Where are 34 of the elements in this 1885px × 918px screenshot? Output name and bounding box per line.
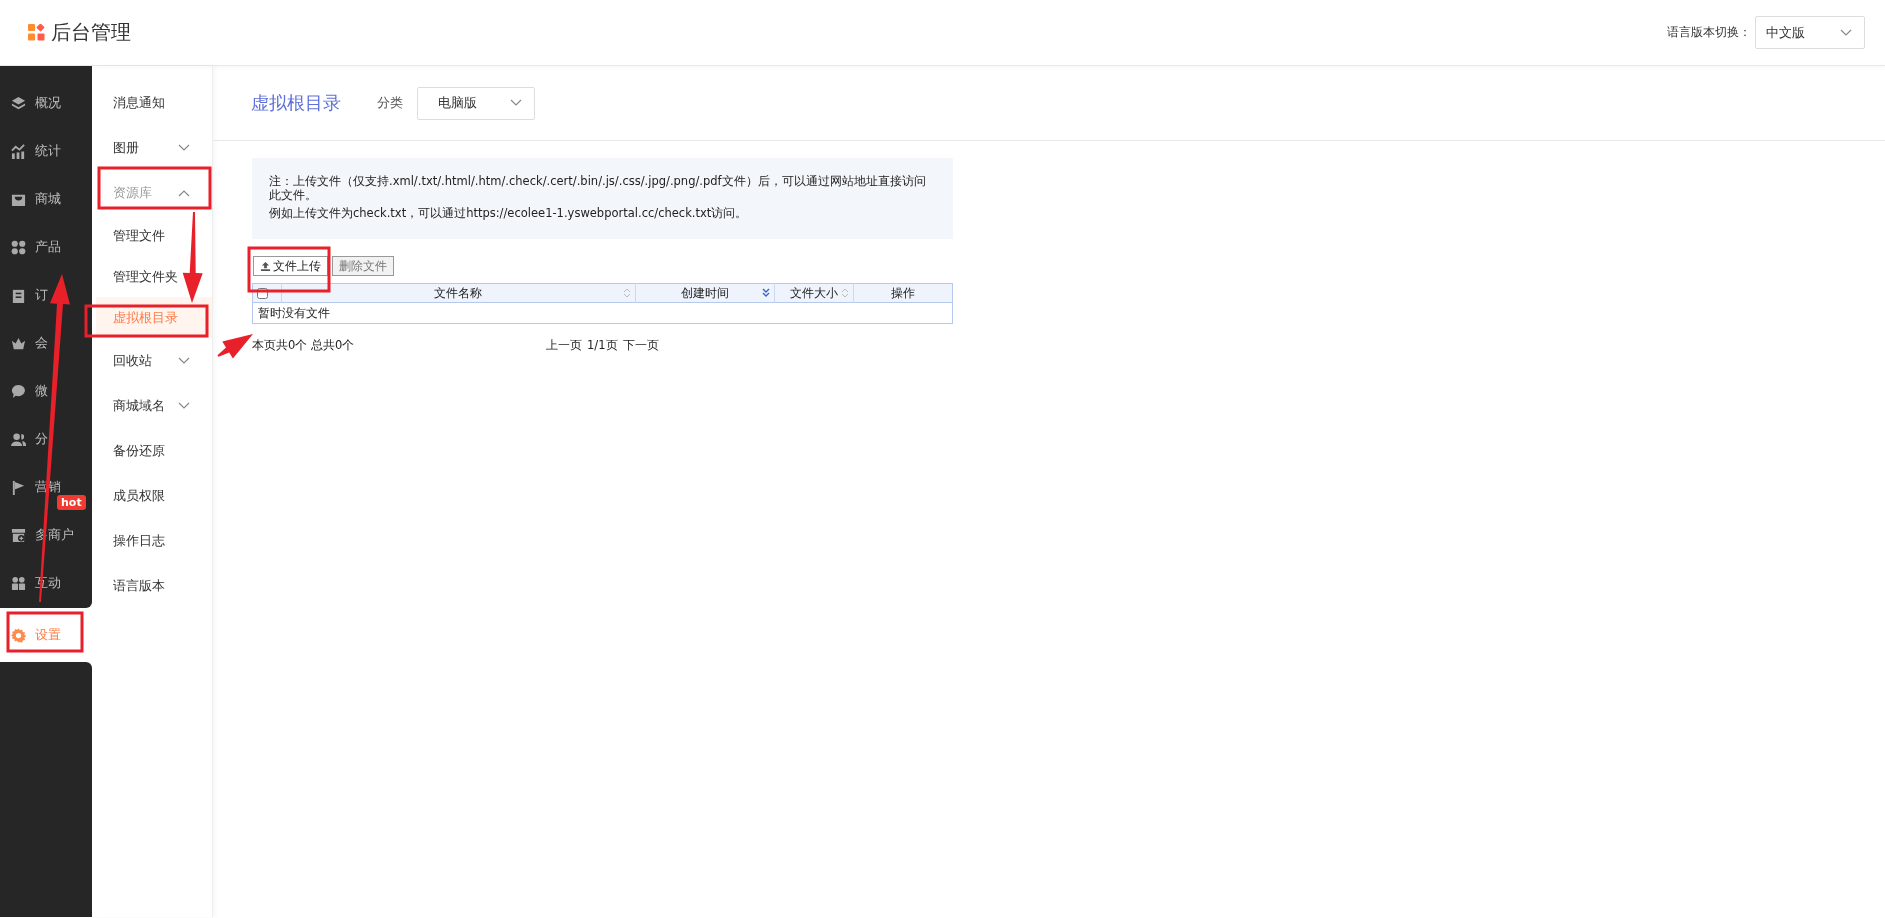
page-title: 虚拟根目录 (251, 91, 341, 115)
submenu-item[interactable]: 图册 (92, 125, 212, 170)
app-title: 后台管理 (51, 19, 131, 46)
nav-item[interactable]: 概况 (0, 79, 92, 127)
next-page-link[interactable]: 下一页 (622, 338, 659, 353)
submenu-item[interactable]: 管理文件夹 (92, 256, 212, 297)
language-label: 语言版本切换： (1667, 24, 1751, 41)
prev-page-link[interactable]: 上一页 (546, 338, 582, 353)
nav-item[interactable]: 微 (0, 367, 92, 415)
hot-badge: hot (57, 495, 86, 510)
delete-button[interactable]: 删除文件 (332, 256, 394, 276)
nav-item[interactable]: 产品 (0, 223, 92, 271)
upload-button[interactable]: 文件上传 (253, 256, 328, 276)
page-indicator: 1/1页 (587, 338, 618, 353)
nav-item[interactable]: 分 (0, 415, 92, 463)
note-text: 注：上传文件（仅支持.xml/.txt/.html/.htm/.check/.cert/.bin/.js/.css/.jpg/.png/.pdf文件）后，可以通过网站地址直接访问此文件。 (269, 174, 927, 202)
submenu-item[interactable]: 回收站 (92, 338, 212, 383)
language-select[interactable]: 中文版 (1755, 16, 1865, 49)
submenu-item[interactable]: 商城域名 (92, 383, 212, 428)
count-summary: 本页共0个 总共0个 (252, 338, 356, 353)
empty-message: 暂时没有文件 (252, 302, 953, 324)
note-text: 例如上传文件为check.txt，可以通过https://ecolee1-1.yswebportal.cc/check.txt访问。 (269, 206, 749, 220)
submenu-item[interactable]: 消息通知 (92, 80, 212, 125)
submenu-item[interactable]: 操作日志 (92, 518, 212, 563)
submenu-item[interactable]: 语言版本 (92, 563, 212, 608)
category-label: 分类 (377, 94, 403, 112)
nav-item[interactable]: 商城 (0, 175, 92, 223)
submenu-item[interactable]: 备份还原 (92, 428, 212, 473)
nav-item[interactable]: 会 (0, 319, 92, 367)
submenu-item[interactable]: 成员权限 (92, 473, 212, 518)
nav-item[interactable]: 订 (0, 271, 92, 319)
category-select[interactable]: 电脑版 (417, 86, 535, 120)
submenu-item[interactable]: 管理文件 (92, 215, 212, 256)
nav-item[interactable]: 统计 (0, 127, 92, 175)
